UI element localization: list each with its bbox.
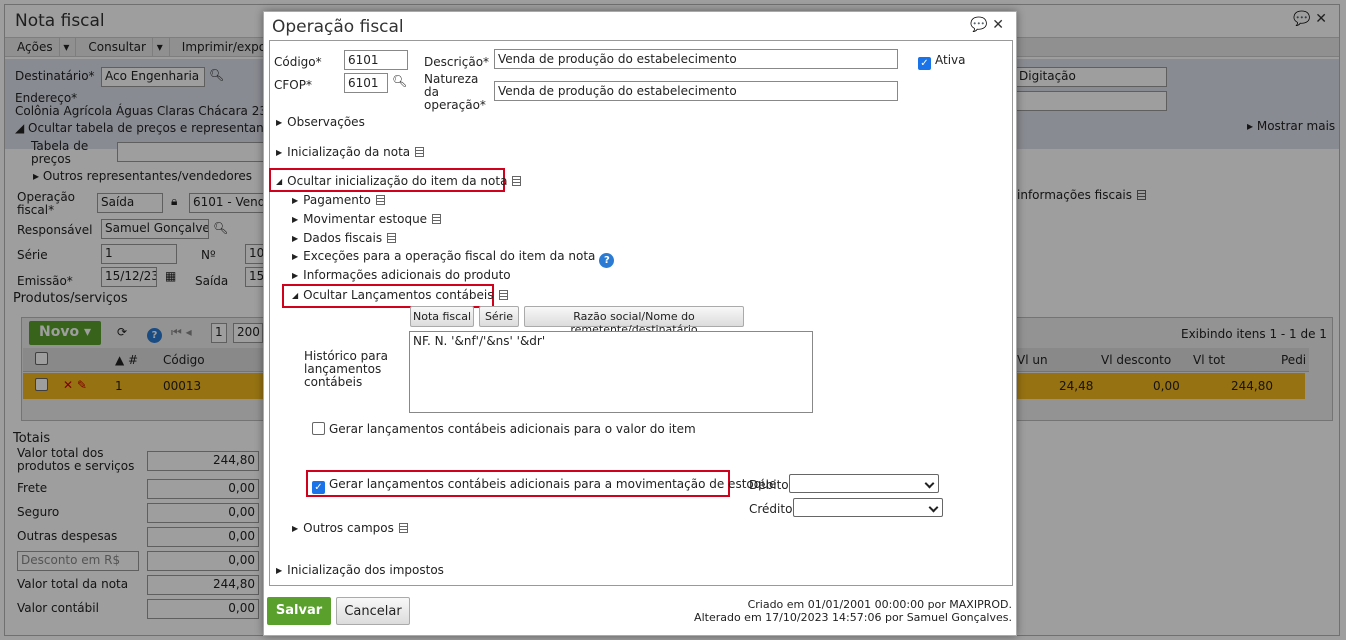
historico-textarea[interactable]: NF. N. '&nf'/'&ns' '&dr': [409, 331, 813, 413]
alterado-text: Alterado em 17/10/2023 14:57:06 por Samu…: [694, 611, 1012, 624]
ocultar-lancamentos-toggle[interactable]: ◢ Ocultar Lançamentos contábeis: [292, 288, 508, 302]
tag-nota-fiscal-button[interactable]: Nota fiscal: [410, 306, 474, 327]
dialog-controls[interactable]: 💬 ✕: [970, 17, 1004, 33]
movimentar-estoque-toggle[interactable]: ▶ Movimentar estoque: [292, 212, 442, 226]
natureza-label: Natureza da operação*: [424, 72, 486, 112]
help-icon: ?: [599, 253, 615, 268]
criado-text: Criado em 01/01/2001 00:00:00 por MAXIPR…: [747, 598, 1012, 611]
salvar-button[interactable]: Salvar: [267, 597, 331, 625]
document-icon: [432, 214, 442, 224]
ocultar-inicializacao-item-toggle[interactable]: ◢ Ocultar inicialização do item da nota: [276, 174, 522, 188]
gerar-mov-estoque-checkbox[interactable]: ✓ Gerar lançamentos contábeis adicionais …: [312, 477, 776, 494]
excecoes-toggle[interactable]: ▶ Exceções para a operação fiscal do item…: [292, 249, 615, 268]
descricao-label: Descrição*: [424, 55, 490, 69]
informacoes-adicionais-toggle[interactable]: ▶ Informações adicionais do produto: [292, 268, 511, 282]
dialog-title: Operação fiscal: [272, 17, 404, 37]
debito-select[interactable]: [789, 474, 939, 493]
operacao-fiscal-dialog: Operação fiscal 💬 ✕ Código* 6101 Descriç…: [263, 11, 1017, 636]
search-icon[interactable]: 🔍︎: [392, 74, 407, 88]
document-icon: [387, 233, 397, 243]
pagamento-toggle[interactable]: ▶ Pagamento: [292, 193, 385, 207]
descricao-input[interactable]: Venda de produção do estabelecimento: [494, 49, 898, 69]
cfop-label: CFOP*: [274, 78, 312, 92]
historico-label: Histórico para lançamentos contábeis: [304, 349, 388, 389]
tag-serie-button[interactable]: Série: [479, 306, 519, 327]
natureza-input[interactable]: Venda de produção do estabelecimento: [494, 81, 898, 101]
document-icon: [375, 195, 385, 205]
codigo-input[interactable]: 6101: [344, 50, 408, 70]
outros-campos-toggle[interactable]: ▶ Outros campos: [292, 521, 408, 535]
credito-select[interactable]: [793, 498, 943, 517]
document-icon: [498, 290, 508, 300]
cancelar-button[interactable]: Cancelar: [336, 597, 410, 625]
gerar-valor-item-checkbox[interactable]: Gerar lançamentos contábeis adicionais p…: [312, 422, 696, 436]
dialog-body: Código* 6101 Descrição* Venda de produçã…: [269, 40, 1013, 586]
codigo-label: Código*: [274, 55, 322, 69]
inicializacao-impostos-toggle[interactable]: ▶ Inicialização dos impostos: [276, 563, 444, 577]
document-icon: [415, 147, 425, 157]
cfop-input[interactable]: 6101: [344, 73, 388, 93]
inicializacao-nota-toggle[interactable]: ▶ Inicialização da nota: [276, 145, 425, 159]
debito-label: Débito: [749, 478, 789, 492]
credito-label: Crédito: [749, 502, 793, 516]
document-icon: [398, 523, 408, 533]
dados-fiscais-toggle[interactable]: ▶ Dados fiscais: [292, 231, 397, 245]
document-icon: [512, 176, 522, 186]
tag-razao-social-button[interactable]: Razão social/Nome do remetente/destinatá…: [524, 306, 744, 336]
observacoes-toggle[interactable]: ▶ Observações: [276, 115, 365, 129]
ativa-checkbox[interactable]: ✓ Ativa: [918, 53, 966, 70]
